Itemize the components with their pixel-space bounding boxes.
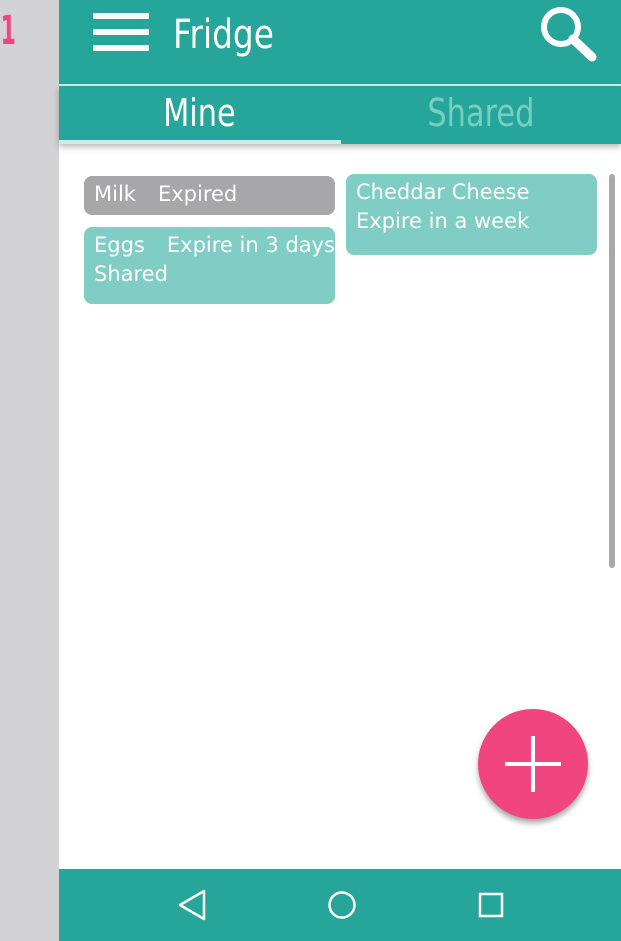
back-icon[interactable]	[175, 888, 209, 922]
item-eggs-name: Eggs	[94, 233, 145, 257]
system-nav-bar	[59, 869, 621, 941]
item-eggs-status: Expire in 3 days	[166, 233, 335, 257]
add-item-button[interactable]	[478, 709, 588, 819]
recents-icon[interactable]	[474, 888, 508, 922]
tab-bar: Mine Shared	[59, 86, 621, 144]
tab-mine[interactable]: Mine	[59, 86, 340, 144]
hamburger-menu-icon[interactable]	[93, 13, 149, 53]
app-bar: Fridge	[59, 0, 621, 84]
tab-shared-label: Shared	[426, 91, 535, 135]
home-icon[interactable]	[325, 888, 359, 922]
left-gutter: 1	[0, 0, 59, 941]
item-cheese-name: Cheddar Cheese	[356, 180, 530, 204]
item-milk[interactable]: Milk Expired	[84, 176, 335, 215]
phone-screen: Fridge Mine Shared Milk Expired Eggs Expir…	[59, 0, 621, 941]
app-title: Fridge	[173, 12, 274, 58]
tab-mine-label: Mine	[163, 91, 236, 135]
scrollbar[interactable]	[609, 174, 615, 568]
step-number: 1	[0, 8, 16, 54]
search-icon[interactable]	[537, 4, 599, 62]
item-eggs-note: Shared	[94, 262, 168, 286]
item-eggs[interactable]: Eggs Expire in 3 days Shared	[84, 227, 335, 304]
plus-icon-vertical	[531, 736, 535, 792]
item-cheese-status: Expire in a week	[356, 209, 530, 233]
tab-shared[interactable]: Shared	[340, 86, 621, 144]
item-cheddar-cheese[interactable]: Cheddar Cheese Expire in a week	[346, 174, 597, 255]
tab-selected-indicator	[59, 140, 341, 144]
item-milk-status: Expired	[157, 182, 238, 206]
screen: 1 Fridge Mine Shared Milk Expired Eggs E…	[0, 0, 621, 941]
item-milk-name: Milk	[94, 182, 136, 206]
